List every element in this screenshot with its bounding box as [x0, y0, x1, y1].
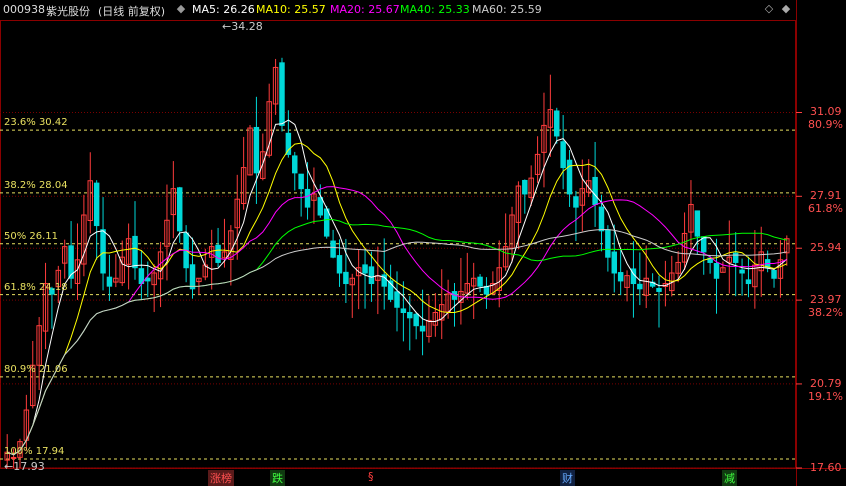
fib-label: 38.2% 28.04	[4, 179, 68, 191]
event-marker[interactable]: 跌	[270, 470, 285, 486]
candle-body	[522, 179, 528, 195]
fib-label: 80.9% 21.06	[4, 363, 68, 375]
candle-body	[100, 229, 106, 274]
candle-body	[771, 269, 777, 279]
fib-label: 100% 17.94	[4, 446, 65, 458]
candle-body	[317, 197, 324, 216]
candle-body	[368, 266, 375, 285]
candle-body	[745, 279, 752, 285]
candle-body	[253, 126, 260, 174]
candle-body	[598, 206, 605, 232]
price-tick-label: 25.94	[810, 241, 842, 255]
pct-tick-label: 61.8%	[808, 202, 843, 216]
pct-tick-label: 38.2%	[808, 306, 843, 320]
candle-body	[285, 132, 292, 155]
candle-body	[413, 313, 419, 327]
candle-body	[739, 269, 745, 274]
candle-body	[138, 268, 145, 285]
kline-chart[interactable]	[0, 0, 846, 486]
fib-label: 23.6% 30.42	[4, 117, 68, 129]
fib-label: 61.8% 24.18	[4, 281, 68, 293]
ma-line-ma40	[7, 219, 787, 456]
candle-body	[637, 283, 643, 290]
candle-body	[132, 235, 138, 269]
candle-body	[477, 276, 483, 287]
price-tick-label: 23.97	[810, 293, 842, 307]
candle-body	[93, 182, 100, 227]
candle-body	[394, 291, 400, 308]
pct-tick-label: 19.1%	[808, 389, 843, 403]
candle-body	[215, 244, 221, 263]
candle-body	[189, 264, 196, 290]
price-tick-label: 20.79	[810, 376, 842, 390]
price-tick-label: 27.91	[810, 189, 842, 203]
pct-tick-label: 80.9%	[808, 118, 843, 132]
candle-body	[343, 271, 349, 285]
max-price-marker: ←34.28	[222, 20, 263, 33]
candle-body	[611, 251, 618, 274]
candle-body	[279, 62, 285, 126]
candle-body	[176, 187, 183, 232]
candle-body	[713, 263, 720, 279]
candle-body	[605, 229, 611, 258]
candle-body	[362, 264, 368, 274]
candle-body	[330, 240, 336, 258]
candle-body	[106, 276, 113, 287]
candle-body	[304, 188, 311, 208]
candle-body	[483, 285, 490, 295]
event-marker[interactable]: §	[366, 470, 376, 483]
candle-body	[573, 196, 579, 208]
candle-body	[560, 141, 566, 169]
candle-body	[694, 210, 701, 237]
event-marker[interactable]: 财	[560, 470, 575, 486]
min-price-marker: ←17.93	[4, 460, 45, 473]
candle-body	[298, 173, 304, 190]
candle-body	[566, 159, 573, 195]
candle-body	[656, 288, 662, 292]
candle-body	[407, 311, 413, 319]
event-marker[interactable]: 涨榜	[208, 470, 234, 486]
price-tick-label: 17.60	[810, 461, 842, 474]
candle-body	[592, 176, 598, 205]
candle-body	[10, 456, 17, 459]
candle-body	[292, 155, 298, 174]
candle-body	[336, 255, 343, 274]
candle-body	[617, 272, 624, 282]
candle-body	[419, 325, 426, 332]
candle-body	[323, 208, 330, 237]
price-tick-label: 31.09	[810, 105, 842, 119]
event-marker[interactable]: 减	[722, 470, 737, 486]
fib-label: 50% 26.11	[4, 230, 59, 242]
candle-body	[554, 110, 560, 137]
candle-body	[400, 308, 407, 314]
